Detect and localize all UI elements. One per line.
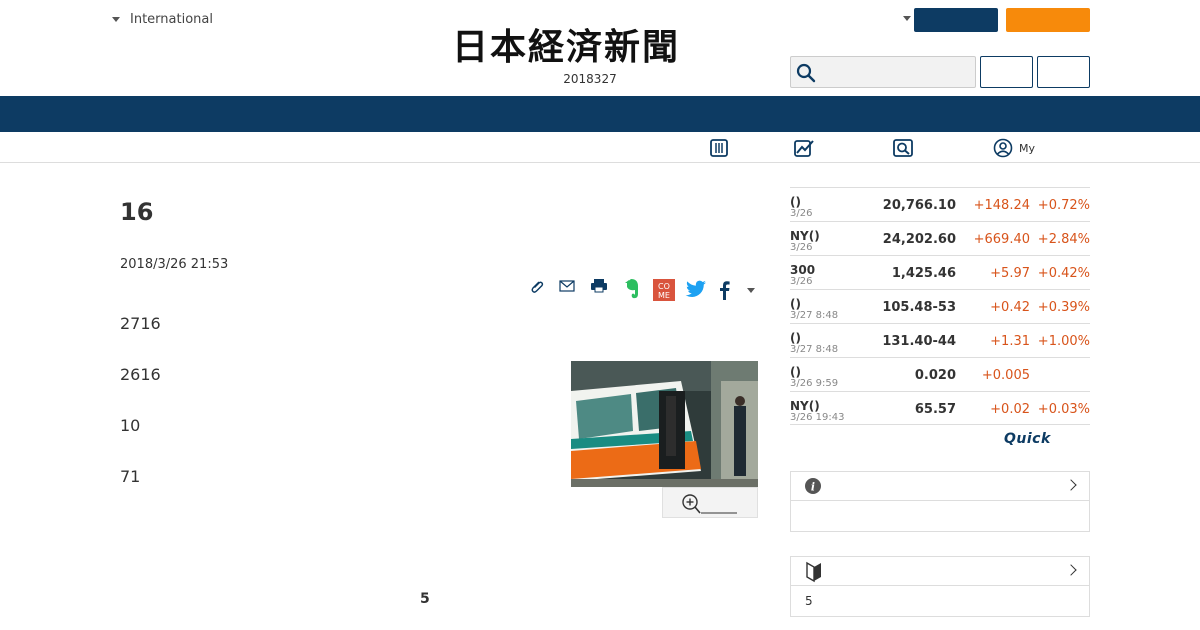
market-name: 300	[790, 263, 816, 277]
subnav-search[interactable]	[893, 137, 913, 159]
market-time: 3/26 9:59	[790, 378, 839, 389]
market-name: ()	[790, 297, 801, 311]
beginner-box-text: 5	[805, 594, 813, 608]
article-paragraph: 71	[120, 467, 141, 486]
search-button[interactable]	[980, 56, 1033, 88]
info-box-body	[791, 501, 1089, 531]
market-pct: +0.72%	[1037, 198, 1090, 213]
info-box-header[interactable]: i	[791, 472, 1089, 501]
beginner-box: 5	[790, 556, 1090, 617]
market-change: +1.31	[990, 334, 1030, 349]
market-value: 24,202.60	[882, 232, 956, 247]
market-change: +0.02	[990, 402, 1030, 417]
article-paragraph: 10	[120, 416, 141, 435]
twitter-icon[interactable]	[685, 280, 707, 302]
market-name: NY()	[790, 399, 820, 413]
user-icon	[993, 138, 1013, 158]
subnav-paper[interactable]	[709, 137, 729, 159]
caret-down-icon[interactable]	[903, 16, 911, 21]
zoom-in-icon	[682, 494, 737, 514]
market-change: +5.97	[990, 266, 1030, 281]
article-date: 2018/3/26 21:53	[120, 257, 229, 272]
market-pct: +0.42%	[1037, 266, 1090, 281]
newspaper-icon	[710, 139, 728, 157]
market-value: 105.48-53	[882, 300, 956, 315]
subnav-markets[interactable]	[793, 137, 815, 159]
info-box: i	[790, 471, 1090, 532]
market-pct: +2.84%	[1037, 232, 1090, 247]
search-box-icon	[893, 139, 913, 157]
market-change: +148.24	[973, 198, 1030, 213]
svg-text:i: i	[811, 481, 815, 494]
page-count: 5	[420, 591, 430, 607]
market-row[interactable]: () 3/27 8:48 131.40-44 +1.31 +1.00%	[790, 323, 1090, 357]
caret-down-icon	[112, 17, 120, 22]
share-more-icon[interactable]	[747, 288, 755, 293]
article-title: 16	[120, 198, 154, 226]
beginner-mark-icon	[806, 561, 821, 583]
market-change: +0.42	[990, 300, 1030, 315]
comment-icon[interactable]: CO ME	[653, 279, 675, 305]
market-change: +0.005	[981, 368, 1030, 383]
chart-icon	[794, 140, 814, 157]
main-nav-bar	[0, 96, 1200, 132]
search-input[interactable]	[790, 56, 976, 88]
edition-selector[interactable]: International	[112, 12, 213, 27]
market-value: 0.020	[914, 368, 956, 383]
subnav-my[interactable]: My	[993, 137, 1035, 159]
sub-nav: My	[0, 132, 1200, 163]
market-time: 3/26	[790, 208, 813, 219]
print-icon[interactable]	[590, 278, 608, 298]
search-icon	[796, 63, 816, 83]
beginner-box-body: 5	[791, 586, 1089, 616]
info-icon: i	[805, 478, 821, 494]
market-name: NY()	[790, 229, 820, 243]
market-pct: +1.00%	[1037, 334, 1090, 349]
article-paragraph: 2616	[120, 365, 161, 384]
mail-icon[interactable]	[559, 278, 575, 297]
market-time: 3/27 8:48	[790, 344, 839, 355]
market-time: 3/27 8:48	[790, 310, 839, 321]
market-row[interactable]: () 3/27 8:48 105.48-53 +0.42 +0.39%	[790, 289, 1090, 323]
market-value: 65.57	[914, 402, 956, 417]
beginner-box-header[interactable]	[791, 557, 1089, 586]
market-row[interactable]: NY() 3/26 19:43 65.57 +0.02 +0.03%	[790, 391, 1090, 425]
market-pct: +0.39%	[1037, 300, 1090, 315]
market-pct: +0.03%	[1037, 402, 1090, 417]
svg-text:ME: ME	[658, 291, 670, 300]
header-date: 2018327	[563, 72, 617, 86]
evernote-icon[interactable]	[623, 278, 641, 304]
site-logo[interactable]: 日本経済新聞	[452, 28, 748, 66]
chevron-right-icon	[1065, 479, 1077, 491]
subnav-my-label: My	[1019, 141, 1036, 155]
market-time: 3/26	[790, 276, 813, 287]
market-change: +669.40	[973, 232, 1030, 247]
share-bar: CO ME	[527, 278, 763, 302]
market-name: ()	[790, 195, 801, 209]
market-row[interactable]: 300 3/26 1,425.46 +5.97 +0.42%	[790, 255, 1090, 289]
market-value: 20,766.10	[882, 198, 956, 213]
photo-zoom-button[interactable]	[662, 487, 758, 518]
market-row[interactable]: () 3/26 9:59 0.020 +0.005	[790, 357, 1090, 391]
market-row[interactable]: NY() 3/26 24,202.60 +669.40 +2.84%	[790, 221, 1090, 255]
market-name: ()	[790, 365, 801, 379]
subscribe-button[interactable]	[914, 8, 998, 32]
trial-button[interactable]	[1006, 8, 1090, 32]
article-paragraph: 2716	[120, 314, 161, 333]
market-value: 131.40-44	[882, 334, 956, 349]
market-name: ()	[790, 331, 801, 345]
market-value: 1,425.46	[891, 266, 956, 281]
facebook-icon[interactable]	[718, 280, 730, 304]
market-time: 3/26	[790, 242, 813, 253]
market-table: () 3/26 20,766.10 +148.24 +0.72% NY() 3/…	[790, 187, 1090, 425]
login-button[interactable]	[1037, 56, 1090, 88]
quick-logo[interactable]: Quick	[1004, 431, 1051, 447]
svg-text:CO: CO	[658, 282, 670, 291]
edition-label: International	[130, 12, 213, 27]
market-row[interactable]: () 3/26 20,766.10 +148.24 +0.72%	[790, 187, 1090, 221]
clip-icon[interactable]	[529, 279, 545, 299]
market-time: 3/26 19:43	[790, 412, 845, 423]
chevron-right-icon	[1065, 564, 1077, 576]
article-photo[interactable]	[571, 361, 758, 487]
